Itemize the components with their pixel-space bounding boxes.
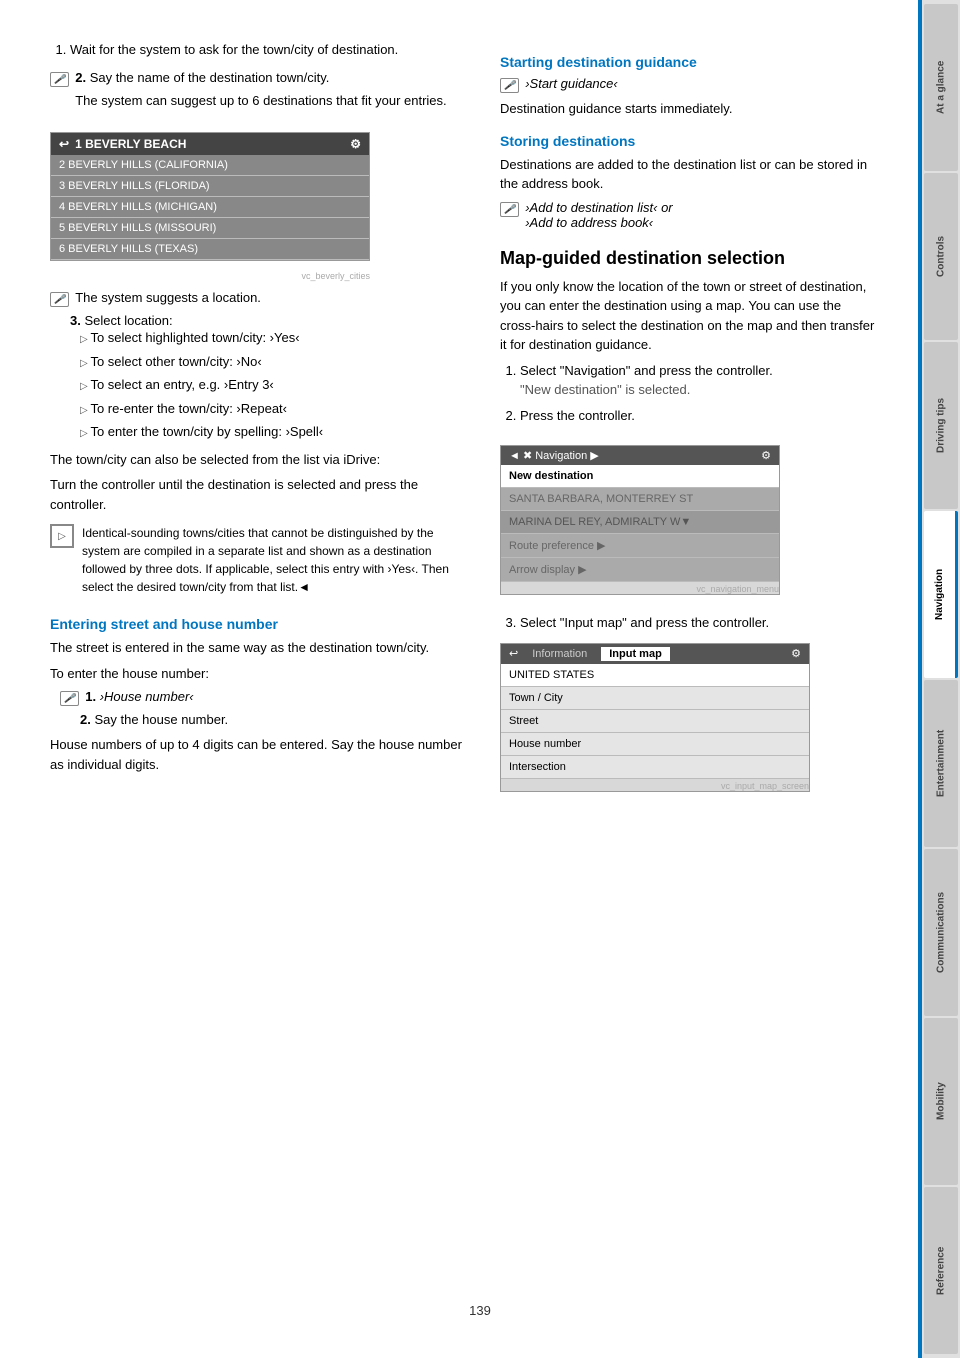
storing-heading: Storing destinations — [500, 133, 880, 149]
sidebar-tab-mobility[interactable]: Mobility — [924, 1018, 958, 1185]
nav-row-arrow[interactable]: Arrow display ▶ — [501, 558, 779, 582]
input-row-house[interactable]: House number — [501, 733, 809, 756]
step-1-text: Wait for the system to ask for the town/… — [70, 42, 398, 57]
list-item-texas: 6 BEVERLY HILLS (TEXAS) — [51, 239, 369, 260]
note-icon: ▷ — [50, 524, 74, 548]
house-note: House numbers of up to 4 digits can be e… — [50, 735, 470, 774]
nav-row-new-dest[interactable]: New destination — [501, 465, 779, 488]
step-1: Wait for the system to ask for the town/… — [70, 40, 470, 60]
house-step2-label: 2. — [80, 712, 91, 727]
bullet-yes: To select highlighted town/city: ›Yes‹ — [80, 328, 470, 348]
nav-header-text: ◄ ✖ Navigation ▶ — [509, 449, 599, 462]
map-step-1: Select "Navigation" and press the contro… — [520, 361, 880, 400]
nav-settings-icon: ⚙ — [761, 449, 771, 462]
map-step-3: Select "Input map" and press the control… — [520, 613, 880, 633]
bullet-entry: To select an entry, e.g. ›Entry 3‹ — [80, 375, 470, 395]
list-item-florida: 3 BEVERLY HILLS (FLORIDA) — [51, 176, 369, 197]
bullet-list: To select highlighted town/city: ›Yes‹ T… — [80, 328, 470, 442]
sidebar-tab-communications[interactable]: Communications — [924, 849, 958, 1016]
step-2-number: 2. — [75, 70, 86, 85]
input-screen-watermark: vc_input_map_screen — [501, 781, 809, 791]
input-row-intersection[interactable]: Intersection — [501, 756, 809, 779]
starting-para: Destination guidance starts immediately. — [500, 99, 880, 119]
step-3-block: 3. Select location: — [70, 313, 470, 328]
settings-icon: ⚙ — [350, 137, 361, 151]
mapguided-para: If you only know the location of the tow… — [500, 277, 880, 355]
input-row-city[interactable]: Town / City — [501, 687, 809, 710]
input-screen-header: ↩ Information Input map ⚙ — [501, 644, 809, 664]
nav-row-marina[interactable]: MARINA DEL REY, ADMIRALTY W▼ — [501, 511, 779, 534]
map-step-2: Press the controller. — [520, 406, 880, 426]
screen-header: ↩ 1 BEVERLY BEACH ⚙ — [51, 133, 369, 155]
house-step2-text: Say the house number. — [94, 712, 228, 727]
list-item-missouri: 5 BEVERLY HILLS (MISSOURI) — [51, 218, 369, 239]
left-column: Wait for the system to ask for the town/… — [50, 40, 470, 1318]
right-column: Starting destination guidance 🎤 ›Start g… — [500, 40, 880, 1318]
step-2-note: The system can suggest up to 6 destinati… — [75, 91, 470, 111]
voice-icon-suggests: 🎤 — [50, 292, 69, 307]
sidebar-tab-at-a-glance[interactable]: At a glance — [924, 4, 958, 171]
nav-row-santa-barbara[interactable]: SANTA BARBARA, MONTERREY ST — [501, 488, 779, 511]
nav-screen-watermark: vc_navigation_menu — [501, 584, 779, 594]
input-back-icon: ↩ — [509, 647, 518, 660]
input-map-screen: ↩ Information Input map ⚙ UNITED STATES … — [500, 643, 810, 792]
bullet-spell: To enter the town/city by spelling: ›Spe… — [80, 422, 470, 442]
start-guidance-cmd: ›Start guidance‹ — [525, 76, 618, 91]
sidebar-tab-reference[interactable]: Reference — [924, 1187, 958, 1354]
starting-heading: Starting destination guidance — [500, 54, 880, 70]
input-row-country[interactable]: UNITED STATES — [501, 664, 809, 687]
voice-icon-house: 🎤 — [60, 691, 79, 706]
entering-para: The street is entered in the same way as… — [50, 638, 470, 658]
bullet-no: To select other town/city: ›No‹ — [80, 352, 470, 372]
page-number: 139 — [469, 1303, 491, 1318]
watermark: vc_beverly_cities — [50, 271, 370, 281]
back-arrow-icon: ↩ — [59, 137, 69, 151]
screen-selected-item: 1 BEVERLY BEACH — [75, 137, 186, 151]
input-settings-icon: ⚙ — [791, 647, 801, 660]
nav-row-route[interactable]: Route preference ▶ — [501, 534, 779, 558]
store-cmd2: ›Add to address book‹ — [525, 215, 880, 230]
voice-icon-step2: 🎤 — [50, 72, 69, 87]
sidebar-tab-controls[interactable]: Controls — [924, 173, 958, 340]
bullet-repeat: To re-enter the town/city: ›Repeat‹ — [80, 399, 470, 419]
step-2-text: Say the name of the destination town/cit… — [90, 70, 330, 85]
entering-house-label: To enter the house number: — [50, 664, 470, 684]
map-step-1-note: "New destination" is selected. — [520, 382, 690, 397]
store-cmd1: ›Add to destination list‹ or — [525, 200, 880, 215]
entering-heading: Entering street and house number — [50, 616, 470, 632]
storing-para: Destinations are added to the destinatio… — [500, 155, 880, 194]
para-idrive-1: The town/city can also be selected from … — [50, 450, 470, 470]
sidebar-tabs: At a glance Controls Driving tips Naviga… — [922, 0, 960, 1358]
info-tab[interactable]: Information — [524, 647, 595, 661]
input-map-tab[interactable]: Input map — [601, 647, 670, 661]
voice-icon-store: 🎤 — [500, 202, 519, 217]
nav-screen-header: ◄ ✖ Navigation ▶ ⚙ — [501, 446, 779, 465]
navigation-screen: ◄ ✖ Navigation ▶ ⚙ New destination SANTA… — [500, 445, 780, 595]
system-suggests-text: The system suggests a location. — [75, 290, 261, 305]
note-text: Identical-sounding towns/cities that can… — [82, 524, 470, 596]
sidebar-tab-entertainment[interactable]: Entertainment — [924, 680, 958, 847]
voice-icon-start: 🎤 — [500, 78, 519, 93]
house-step2-block: 2. Say the house number. — [80, 712, 470, 727]
destination-list-screen: ↩ 1 BEVERLY BEACH ⚙ 2 BEVERLY HILLS (CAL… — [50, 132, 370, 261]
step-3-text: Select location: — [84, 313, 172, 328]
para-idrive-2: Turn the controller until the destinatio… — [50, 475, 470, 514]
sidebar-tab-navigation[interactable]: Navigation — [924, 511, 958, 678]
note-block: ▷ Identical-sounding towns/cities that c… — [50, 524, 470, 602]
step-3-label: 3. — [70, 313, 81, 328]
mapguided-heading: Map-guided destination selection — [500, 248, 880, 269]
house-step1-label: 1. — [85, 689, 96, 704]
sidebar-tab-driving-tips[interactable]: Driving tips — [924, 342, 958, 509]
house-step1-cmd: ›House number‹ — [100, 689, 194, 704]
list-item-california: 2 BEVERLY HILLS (CALIFORNIA) — [51, 155, 369, 176]
input-row-street[interactable]: Street — [501, 710, 809, 733]
list-item-michigan: 4 BEVERLY HILLS (MICHIGAN) — [51, 197, 369, 218]
